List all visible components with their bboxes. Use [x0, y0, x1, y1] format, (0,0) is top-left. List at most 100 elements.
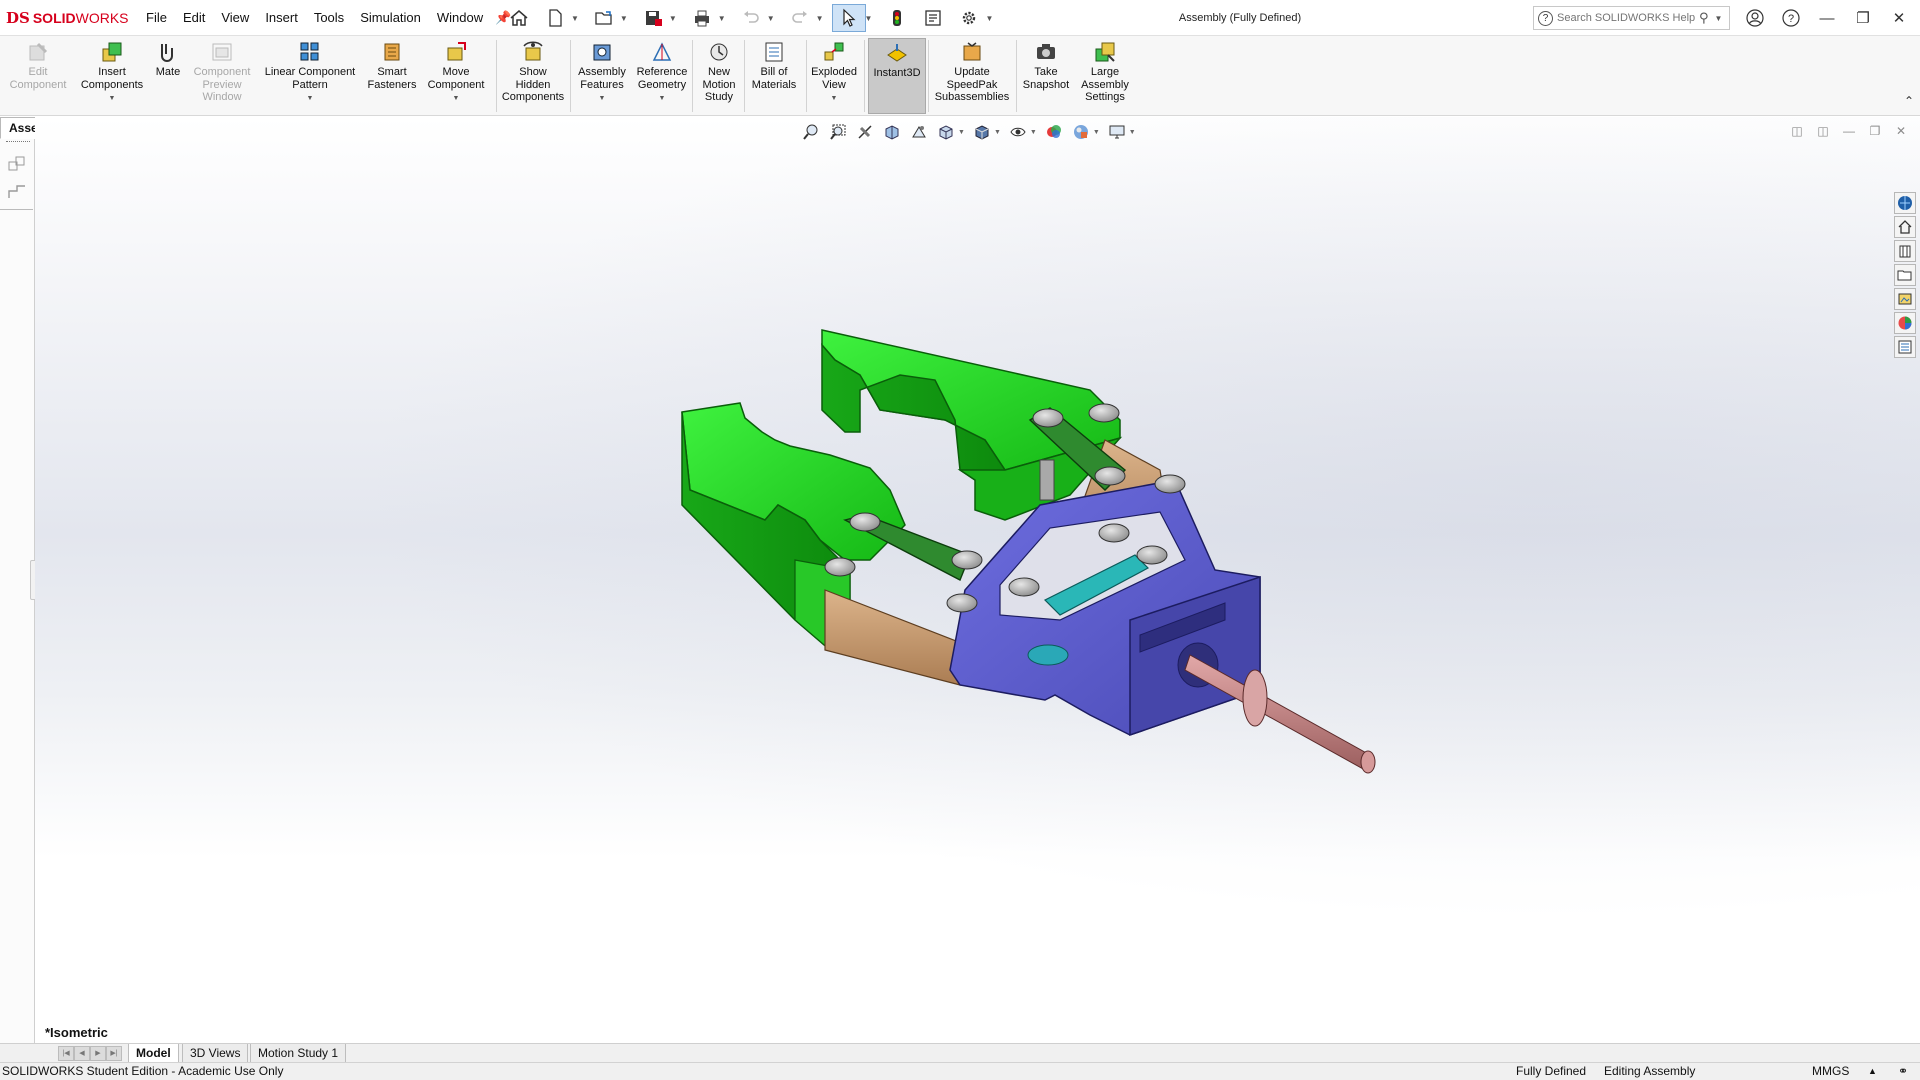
display-style-button[interactable] [969, 121, 995, 143]
design-library-tab[interactable] [1894, 240, 1916, 262]
take-snapshot-button[interactable]: Take Snapshot [1018, 38, 1074, 114]
menu-insert[interactable]: Insert [257, 0, 306, 36]
component-preview-window-button[interactable]: Component Preview Window [186, 38, 258, 114]
exploded-view-button[interactable]: Exploded View ▼ [806, 38, 862, 114]
edit-appearance-button[interactable] [1041, 121, 1067, 143]
drag-handle[interactable] [6, 141, 30, 142]
doc-minimize-button[interactable]: — [1836, 124, 1862, 140]
edit-component-button[interactable]: Edit Component [0, 38, 76, 114]
doc-restore-button[interactable]: ❐ [1862, 124, 1888, 140]
search-icon[interactable]: ⚲ [1699, 10, 1709, 26]
menu-file[interactable]: File [138, 0, 175, 36]
dynamic-annotation-button[interactable] [906, 121, 932, 143]
exploded-view-dropdown-icon[interactable]: ▼ [831, 93, 838, 106]
options-button[interactable] [952, 4, 986, 32]
solidworks-logo[interactable]: DS SOLIDWORKS [6, 8, 129, 28]
reference-geometry-dropdown-icon[interactable]: ▼ [659, 93, 666, 106]
reference-geometry-button[interactable]: Reference Geometry ▼ [632, 38, 692, 114]
view-orientation-dropdown-icon[interactable]: ▼ [958, 129, 965, 136]
display-style-dropdown-icon[interactable]: ▼ [994, 129, 1001, 136]
appearances-tab[interactable] [1894, 312, 1916, 334]
home-button[interactable] [502, 4, 536, 32]
tile-left-button[interactable]: ◫ [1784, 124, 1810, 140]
linear-component-pattern-button[interactable]: Linear Component Pattern ▼ [258, 38, 362, 114]
file-properties-button[interactable] [916, 4, 950, 32]
search-dropdown-icon[interactable]: ▼ [1715, 14, 1723, 23]
print-dropdown-icon[interactable]: ▼ [718, 14, 726, 23]
insert-components-dropdown-icon[interactable]: ▼ [109, 93, 116, 106]
menu-tools[interactable]: Tools [306, 0, 352, 36]
scene-dropdown-icon[interactable]: ▼ [1093, 129, 1100, 136]
large-assembly-settings-button[interactable]: Large Assembly Settings [1076, 38, 1134, 114]
new-motion-study-button[interactable]: New Motion Study [694, 38, 744, 114]
open-button[interactable] [587, 4, 621, 32]
previous-view-button[interactable] [852, 121, 878, 143]
move-component-button[interactable]: Move Component ▼ [420, 38, 492, 114]
last-tab-arrow-icon[interactable]: ▶| [106, 1046, 122, 1061]
view-palette-tab[interactable] [1894, 288, 1916, 310]
move-component-dropdown-icon[interactable]: ▼ [453, 93, 460, 106]
customize-statusbar-icon[interactable]: ⚭ [1898, 1063, 1908, 1080]
first-tab-arrow-icon[interactable]: |◀ [58, 1046, 74, 1061]
menu-simulation[interactable]: Simulation [352, 0, 429, 36]
unit-system[interactable]: MMGS [1812, 1063, 1849, 1080]
home-tab[interactable] [1894, 216, 1916, 238]
help-button[interactable]: ? [1774, 0, 1808, 36]
new-dropdown-icon[interactable]: ▼ [571, 14, 579, 23]
help-search[interactable]: ? ⚲ ▼ [1533, 6, 1730, 30]
open-dropdown-icon[interactable]: ▼ [620, 14, 628, 23]
close-button[interactable]: ✕ [1882, 0, 1916, 36]
units-dropdown-icon[interactable]: ▲ [1868, 1063, 1877, 1080]
collapse-ribbon-icon[interactable]: ⌃ [1904, 94, 1914, 108]
options-dropdown-icon[interactable]: ▼ [985, 14, 993, 23]
zoom-to-area-button[interactable] [825, 121, 851, 143]
view-settings-button[interactable] [1104, 121, 1130, 143]
section-view-button[interactable] [879, 121, 905, 143]
tab-motion-study-1[interactable]: Motion Study 1 [250, 1044, 347, 1063]
redo-dropdown-icon[interactable]: ▼ [816, 14, 824, 23]
undo-dropdown-icon[interactable]: ▼ [767, 14, 775, 23]
sketch-step-icon[interactable] [7, 183, 27, 201]
restore-button[interactable]: ❐ [1846, 0, 1880, 36]
menu-edit[interactable]: Edit [175, 0, 213, 36]
select-dropdown-icon[interactable]: ▼ [865, 14, 873, 23]
bill-of-materials-button[interactable]: Bill of Materials [746, 38, 802, 114]
menu-view[interactable]: View [213, 0, 257, 36]
insert-components-button[interactable]: Insert Components ▼ [78, 38, 146, 114]
linear-component-pattern-dropdown-icon[interactable]: ▼ [307, 93, 314, 106]
select-button[interactable] [831, 4, 866, 32]
save-button[interactable] [636, 4, 670, 32]
instant3d-button[interactable]: Instant3D [868, 38, 926, 114]
solidworks-resources-tab[interactable] [1894, 192, 1916, 214]
apply-scene-button[interactable] [1068, 121, 1094, 143]
minimize-button[interactable]: — [1810, 0, 1844, 36]
assembly-features-dropdown-icon[interactable]: ▼ [599, 93, 606, 106]
mate-button[interactable]: Mate [150, 38, 186, 114]
update-speedpak-button[interactable]: Update SpeedPak Subassemblies [930, 38, 1014, 114]
doc-close-button[interactable]: ✕ [1888, 124, 1914, 140]
rebuild-button[interactable] [880, 4, 914, 32]
view-settings-dropdown-icon[interactable]: ▼ [1129, 129, 1136, 136]
show-hidden-components-button[interactable]: Show Hidden Components [500, 38, 566, 114]
menu-window[interactable]: Window [429, 0, 491, 36]
smart-fasteners-button[interactable]: Smart Fasteners [364, 38, 420, 114]
tab-3d-views[interactable]: 3D Views [182, 1044, 249, 1063]
save-dropdown-icon[interactable]: ▼ [669, 14, 677, 23]
undo-button[interactable] [734, 4, 768, 32]
hide-show-items-button[interactable] [1005, 121, 1031, 143]
custom-properties-tab[interactable] [1894, 336, 1916, 358]
next-tab-arrow-icon[interactable]: ▶ [90, 1046, 106, 1061]
assembly-features-button[interactable]: Assembly Features ▼ [572, 38, 632, 114]
tile-right-button[interactable]: ◫ [1810, 124, 1836, 140]
redo-button[interactable] [783, 4, 817, 32]
user-account-button[interactable] [1738, 0, 1772, 36]
assembly-tree-icon[interactable] [7, 155, 27, 173]
view-orientation-button[interactable] [933, 121, 959, 143]
zoom-to-fit-button[interactable] [798, 121, 824, 143]
tab-model[interactable]: Model [128, 1044, 179, 1063]
file-explorer-tab[interactable] [1894, 264, 1916, 286]
gripper-assembly-model[interactable] [640, 300, 1400, 800]
prev-tab-arrow-icon[interactable]: ◀ [74, 1046, 90, 1061]
print-button[interactable] [685, 4, 719, 32]
hide-show-dropdown-icon[interactable]: ▼ [1030, 129, 1037, 136]
